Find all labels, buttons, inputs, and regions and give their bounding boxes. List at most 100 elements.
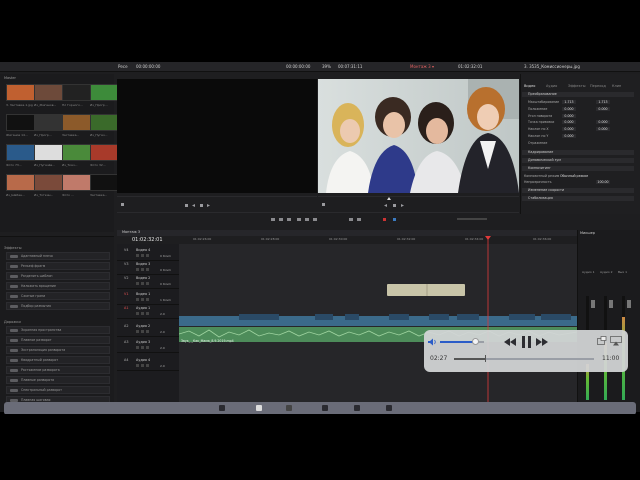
zoom-level[interactable]: 39% — [322, 64, 331, 69]
progress-scrubber[interactable] — [484, 355, 487, 362]
track-toggle-icon[interactable] — [146, 268, 149, 271]
media-clip-thumbnail[interactable] — [90, 114, 119, 131]
effect-item[interactable]: Наложить вращение — [6, 282, 110, 290]
inspector-stabilize-header[interactable]: Стабилизация — [522, 196, 634, 201]
fast-forward-icon[interactable] — [536, 338, 548, 346]
media-clip-thumbnail[interactable] — [90, 174, 119, 191]
track-toggle-icon[interactable] — [141, 346, 144, 349]
composite-mode-select[interactable]: Обычный режим — [560, 174, 588, 178]
track-toggle-icon[interactable] — [146, 254, 149, 257]
source-timecode[interactable]: 00:00:00:00 — [136, 64, 160, 69]
dock-app-icon[interactable] — [354, 405, 360, 411]
track-toggle-icon[interactable] — [146, 282, 149, 285]
dock-app-icon[interactable] — [386, 405, 392, 411]
track-toggle-icon[interactable] — [136, 364, 139, 367]
dock-app-icon[interactable] — [322, 405, 328, 411]
track-toggle-icon[interactable] — [141, 330, 144, 333]
opacity-value[interactable]: 100.00 — [596, 180, 610, 184]
media-clip-thumbnail[interactable] — [90, 84, 119, 101]
inspector-tab[interactable]: Клип — [612, 84, 621, 88]
inspector-crop-header[interactable]: Кадрирование — [522, 150, 634, 155]
track-toggle-icon[interactable] — [136, 298, 139, 301]
playhead-handle-icon[interactable] — [485, 236, 491, 240]
media-clip-thumbnail[interactable] — [34, 84, 63, 101]
effect-item[interactable]: Адаптивный плечо — [6, 252, 110, 260]
timeline-selector[interactable]: Монтаж 3 ▾ — [410, 64, 434, 69]
transform-value-b[interactable]: 0.000 — [596, 120, 610, 125]
transform-value-a[interactable]: 0.000 — [562, 113, 576, 118]
airplay-icon[interactable] — [610, 336, 622, 346]
media-clip-thumbnail[interactable] — [34, 174, 63, 191]
fader-knob[interactable] — [609, 300, 613, 308]
transform-value-a[interactable]: 0.000 — [562, 127, 576, 132]
inspector-composite-header[interactable]: Композитинг — [522, 166, 634, 171]
transition-item[interactable]: Растяжение разворота — [6, 366, 110, 374]
transition-item[interactable]: Квадратный разворот — [6, 356, 110, 364]
transform-value-a[interactable]: 0.000 — [562, 120, 576, 125]
title-clip[interactable] — [387, 284, 465, 296]
effect-item[interactable]: Разделить шаблон — [6, 272, 110, 280]
inspector-transform-header[interactable]: Преобразование — [522, 92, 634, 97]
transition-item[interactable]: Экстраполяция разворота — [6, 346, 110, 354]
track-toggle-icon[interactable] — [146, 298, 149, 301]
track-toggle-icon[interactable] — [141, 364, 144, 367]
media-clip-thumbnail[interactable] — [6, 144, 35, 161]
inspector-tab[interactable]: Переход — [590, 84, 606, 88]
track-toggle-icon[interactable] — [146, 364, 149, 367]
transition-item[interactable]: Плавное разворот — [6, 336, 110, 344]
dock-app-icon[interactable] — [256, 405, 262, 411]
track-toggle-icon[interactable] — [141, 282, 144, 285]
transition-item[interactable]: Экранная пространства — [6, 326, 110, 334]
track-toggle-icon[interactable] — [146, 330, 149, 333]
transform-value-a[interactable]: 0.000 — [562, 134, 576, 138]
effect-item[interactable]: Сжатые грани — [6, 292, 110, 300]
track-toggle-icon[interactable] — [141, 298, 144, 301]
inspector-speed-header[interactable]: Изменение скорости — [522, 188, 634, 193]
media-clip-thumbnail[interactable] — [62, 114, 91, 131]
track-toggle-icon[interactable] — [136, 254, 139, 257]
media-clip-thumbnail[interactable] — [6, 114, 35, 131]
timeline-viewer[interactable] — [318, 79, 519, 193]
volume-knob[interactable] — [471, 338, 479, 345]
transform-value-a[interactable]: 1.713 — [562, 100, 576, 104]
fader-knob[interactable] — [627, 300, 631, 308]
media-clip-thumbnail[interactable] — [62, 174, 91, 191]
transition-item[interactable]: Спектральный разворот — [6, 386, 110, 394]
media-clip-thumbnail[interactable] — [34, 144, 63, 161]
track-toggle-icon[interactable] — [136, 346, 139, 349]
track-toggle-icon[interactable] — [136, 282, 139, 285]
effect-item[interactable]: Подбор размытия — [6, 302, 110, 310]
effect-item[interactable]: Рельеф фрагм — [6, 262, 110, 270]
timeline-tab[interactable]: Монтаж 3 — [122, 230, 140, 234]
transform-value-a[interactable]: 0.000 — [562, 106, 576, 111]
transform-value-b[interactable]: 1.713 — [596, 100, 610, 104]
dock-app-icon[interactable] — [219, 405, 225, 411]
transition-item[interactable]: Плавные разворота — [6, 376, 110, 384]
fader-knob[interactable] — [591, 300, 595, 308]
video-player-overlay[interactable]: 02:27 11:00 — [424, 330, 628, 372]
viewer-timecode[interactable]: 00:00:00:00 — [286, 64, 310, 69]
pause-icon[interactable] — [522, 336, 531, 348]
track-toggle-icon[interactable] — [146, 346, 149, 349]
track-toggle-icon[interactable] — [141, 312, 144, 315]
track-toggle-icon[interactable] — [141, 254, 144, 257]
track-toggle-icon[interactable] — [146, 312, 149, 315]
media-clip-thumbnail[interactable] — [6, 174, 35, 191]
transform-value-b[interactable]: 0.000 — [596, 106, 610, 111]
inspector-tab[interactable]: Видео — [524, 84, 535, 88]
media-clip-thumbnail[interactable] — [6, 84, 35, 101]
source-viewer[interactable] — [117, 79, 317, 193]
picture-in-picture-icon[interactable] — [597, 336, 607, 346]
media-clip-thumbnail[interactable] — [34, 114, 63, 131]
inspector-dynamic-zoom-header[interactable]: Динамический зум — [522, 158, 634, 163]
track-toggle-icon[interactable] — [141, 268, 144, 271]
media-clip-thumbnail[interactable] — [62, 144, 91, 161]
progress-track[interactable] — [454, 355, 594, 362]
media-clip-thumbnail[interactable] — [90, 144, 119, 161]
volume-icon[interactable] — [428, 338, 438, 346]
inspector-tab[interactable]: Эффекты — [568, 84, 586, 88]
inspector-tab[interactable]: Аудио — [546, 84, 557, 88]
track-toggle-icon[interactable] — [136, 268, 139, 271]
dock-app-icon[interactable] — [286, 405, 292, 411]
media-clip-thumbnail[interactable] — [62, 84, 91, 101]
